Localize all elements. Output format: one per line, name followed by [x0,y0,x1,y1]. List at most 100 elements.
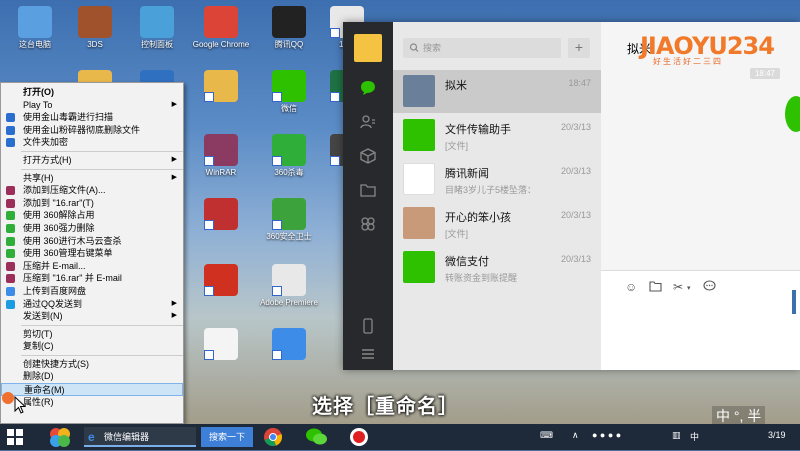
chevron-up-icon[interactable]: ∧ [572,430,579,441]
windows-start-icon[interactable] [6,428,24,450]
desktop-icon-jingling[interactable] [190,262,252,320]
taskbar-editor-label: 微信编辑器 [104,432,150,442]
collection-icon[interactable] [360,148,376,164]
desktop-icon-360-security[interactable]: 360安全卫士 [258,196,320,254]
menu-item[interactable]: Play To ▶ [1,99,183,112]
desktop-icon-baidu-pan[interactable] [258,326,320,384]
menu-icon[interactable] [360,346,376,362]
conversation-list: 搜索 + 拟米 18:47 文件传输助手 20/3/13 [文件] 腾讯新闻 20/3/13… [393,22,601,370]
chrome-icon[interactable] [262,426,284,448]
menu-item[interactable]: 压缩并 E-mail... [1,260,183,273]
menu-item[interactable]: 使用金山粉碎器彻底删除文件 [1,124,183,137]
keyboard-icon[interactable]: ⌨ [540,430,553,441]
menu-item-label: 发送到(N) [23,311,63,322]
conversation-item[interactable]: 拟米 18:47 [393,70,601,113]
screenshot-icon[interactable]: ✂ [673,280,683,294]
conversation-time: 18:47 [568,78,591,88]
network-icon[interactable]: ▥ [672,430,681,441]
add-button[interactable]: + [568,38,590,58]
desktop-icon-control-panel[interactable]: 控制面板 [126,4,188,62]
conversation-time: 20/3/13 [560,122,591,132]
search-input[interactable]: 搜索 [403,38,561,58]
menu-separator [21,150,183,152]
menu-item-label: 使用 360管理右键菜单 [23,248,113,259]
conversation-item[interactable]: 腾讯新闻 20/3/13 目睹3岁儿子5楼坠落： [393,158,601,201]
menu-item[interactable]: 使用 360进行木马云查杀 [1,235,183,248]
menu-item-icon [6,186,15,196]
desktop-icon-label: 腾讯QQ [274,40,304,49]
menu-item[interactable]: 创建快捷方式(S) [1,358,183,371]
ime-indicator[interactable]: 中 °, 半 [712,406,766,426]
conversation-item[interactable]: 微信支付 20/3/13 转账资金到账提醒 [393,246,601,289]
record-icon[interactable] [346,426,372,448]
message-icon[interactable] [703,280,716,295]
ime-tray[interactable]: 中 [690,430,699,443]
menu-item[interactable]: 属性(R) [1,396,183,409]
menu-item[interactable]: 文件夹加密 [1,136,183,149]
mouse-cursor-icon [14,395,27,417]
scrollbar[interactable] [792,290,796,314]
desktop-icon-chrome[interactable]: Google Chrome [190,4,252,62]
menu-item[interactable]: 打开(O) [1,86,183,99]
desktop-icon-library[interactable]: 3DS [64,4,126,62]
desktop-icon-game[interactable] [190,196,252,254]
menu-item-label: 上传到百度网盘 [23,285,87,296]
emoji-icon[interactable]: ☺ [625,280,637,294]
menu-item[interactable]: 添加到 "16.rar"(T) [1,197,183,210]
menu-item[interactable]: 剪切(T) [1,328,183,341]
menu-separator [21,168,183,170]
menu-item[interactable]: 使用 360管理右键菜单 [1,247,183,260]
menu-item[interactable]: 发送到(N) ▶ [1,310,183,323]
mini-program-icon[interactable] [360,216,376,232]
menu-item[interactable]: 共享(H) ▶ [1,172,183,185]
desktop-icon-this-pc[interactable]: 这台电脑 [4,4,66,62]
phone-icon[interactable] [360,318,376,334]
menu-item-label: 使用金山毒霸进行扫描 [23,112,114,123]
conversation-item[interactable]: 开心的笨小孩 20/3/13 [文件] [393,202,601,245]
menu-item[interactable]: 压缩到 "16.rar" 并 E-mail [1,272,183,285]
menu-item[interactable]: 重命名(M) [1,383,183,396]
desktop-icon-label: 控制面板 [141,40,173,49]
folder-icon[interactable] [360,182,376,198]
profile-avatar[interactable] [354,34,382,62]
desktop-icon-premiere[interactable]: Adobe Premiere [258,262,320,320]
avatar [403,75,435,107]
conversation-time: 20/3/13 [560,210,591,220]
desktop-icon-label: 这台电脑 [19,40,51,49]
game-icon [204,198,238,230]
conversation-name: 腾讯新闻 [445,168,489,180]
file-icon[interactable] [649,280,662,295]
menu-item-label: 重命名(M) [24,385,65,396]
desktop-icon-shimo[interactable] [190,326,252,384]
taskbar-search-button[interactable]: 搜索一下 [201,427,253,447]
desktop-icon-winrar[interactable]: WinRAR [190,132,252,190]
app-icon[interactable] [48,426,72,448]
chevron-down-icon[interactable]: ▾ [687,284,691,292]
menu-item-icon [6,211,15,221]
submenu-arrow-icon: ▶ [171,312,177,320]
menu-item[interactable]: 使用 360强力删除 [1,222,183,235]
menu-item[interactable]: 添加到压缩文件(A)... [1,184,183,197]
menu-item[interactable]: 使用 360解除占用 [1,209,183,222]
conversation-name: 开心的笨小孩 [445,212,511,224]
desktop-icon-folder-a[interactable] [190,68,252,126]
wechat-taskbar-icon[interactable] [304,426,330,448]
desktop-icon-wechat-shortcut[interactable]: 微信 [258,68,320,126]
menu-item[interactable]: 删除(D) [1,370,183,383]
menu-item[interactable]: 打开方式(H) ▶ [1,154,183,167]
contacts-icon[interactable] [360,114,376,130]
submenu-arrow-icon: ▶ [171,299,177,307]
desktop-icon-label: 3DS [87,40,103,49]
desktop-icon-qq[interactable]: 腾讯QQ [258,4,320,62]
menu-item[interactable]: 使用金山毒霸进行扫描 [1,111,183,124]
desktop-icon-360-antivirus[interactable]: 360杀毒 [258,132,320,190]
menu-item-label: 删除(D) [23,371,54,382]
taskbar-editor[interactable]: e 微信编辑器 [84,427,196,447]
menu-item[interactable]: 复制(C) [1,340,183,353]
chat-timestamp: 18:47 [749,68,780,79]
menu-item[interactable]: 上传到百度网盘 [1,285,183,298]
tray-icons[interactable]: ● ● ● ● [592,430,621,440]
conversation-item[interactable]: 文件传输助手 20/3/13 [文件] [393,114,601,157]
menu-item[interactable]: 通过QQ发送到 ▶ [1,298,183,311]
chat-icon[interactable] [360,80,376,96]
